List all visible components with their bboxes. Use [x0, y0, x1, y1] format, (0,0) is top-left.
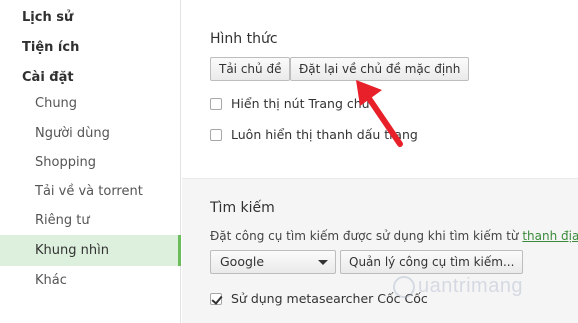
- address-bar-link[interactable]: thanh địa chỉ: [522, 229, 578, 243]
- metasearcher-checkbox[interactable]: [210, 292, 222, 305]
- sidebar-item-other[interactable]: Khác: [0, 266, 181, 296]
- sidebar-item-privacy[interactable]: Riêng tư: [0, 206, 181, 236]
- sidebar-section-extensions[interactable]: Tiện ích: [22, 40, 79, 55]
- annotation-arrow-icon: [356, 80, 403, 147]
- show-home-button-label: Hiển thị nút Trang chủ: [231, 96, 370, 111]
- sidebar-item-downloads[interactable]: Tải về và torrent: [0, 177, 181, 207]
- sidebar-section-settings[interactable]: Cài đặt: [22, 70, 74, 85]
- search-description: Đặt công cụ tìm kiếm được sử dụng khi tì…: [210, 229, 578, 243]
- manage-search-engines-button[interactable]: Quản lý công cụ tìm kiếm...: [340, 250, 524, 274]
- search-heading: Tìm kiếm: [210, 200, 275, 216]
- search-engine-selected: Google: [220, 254, 265, 269]
- appearance-heading: Hình thức: [210, 31, 278, 47]
- search-engine-select[interactable]: Google: [210, 250, 336, 274]
- watermark: uantrimang: [393, 275, 523, 298]
- chevron-down-icon: [318, 260, 328, 265]
- show-home-button-checkbox[interactable]: [210, 97, 222, 110]
- search-description-text: Đặt công cụ tìm kiếm được sử dụng khi tì…: [210, 229, 519, 243]
- watermark-logo-icon: [393, 275, 415, 298]
- sidebar: Lịch sử Tiện ích Cài đặt Chung Người dùn…: [0, 0, 181, 323]
- sidebar-item-appearance[interactable]: Khung nhìn: [0, 235, 181, 266]
- get-themes-button[interactable]: Tải chủ đề: [210, 57, 291, 81]
- sidebar-section-history[interactable]: Lịch sử: [22, 10, 73, 25]
- watermark-text: uantrimang: [418, 275, 524, 297]
- always-show-bookmarks-checkbox[interactable]: [210, 128, 222, 141]
- reset-theme-button[interactable]: Đặt lại về chủ đề mặc định: [290, 57, 470, 81]
- sidebar-item-general[interactable]: Chung: [0, 89, 181, 119]
- sidebar-item-users[interactable]: Người dùng: [0, 119, 181, 149]
- search-panel: Tìm kiếm Đặt công cụ tìm kiếm được sử dụ…: [182, 179, 578, 323]
- show-home-button-option[interactable]: Hiển thị nút Trang chủ: [210, 96, 370, 111]
- sidebar-item-shopping[interactable]: Shopping: [0, 148, 181, 178]
